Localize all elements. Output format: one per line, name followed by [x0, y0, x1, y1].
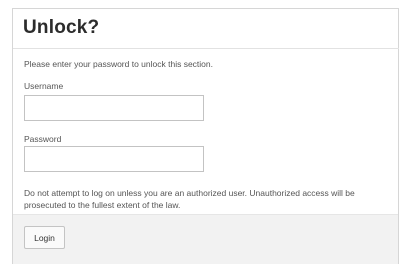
- password-input[interactable]: [24, 146, 204, 172]
- authorization-warning: Do not attempt to log on unless you are …: [24, 188, 355, 210]
- username-input[interactable]: [24, 95, 204, 121]
- intro-text: Please enter your password to unlock thi…: [24, 59, 213, 69]
- dialog-title: Unlock?: [23, 17, 100, 38]
- login-button[interactable]: Login: [24, 226, 65, 249]
- unlock-dialog: Unlock? Please enter your password to un…: [12, 8, 399, 264]
- button-bar: Login: [13, 214, 398, 264]
- username-label: Username: [24, 81, 64, 91]
- title-divider: [13, 48, 399, 49]
- password-label: Password: [24, 134, 62, 144]
